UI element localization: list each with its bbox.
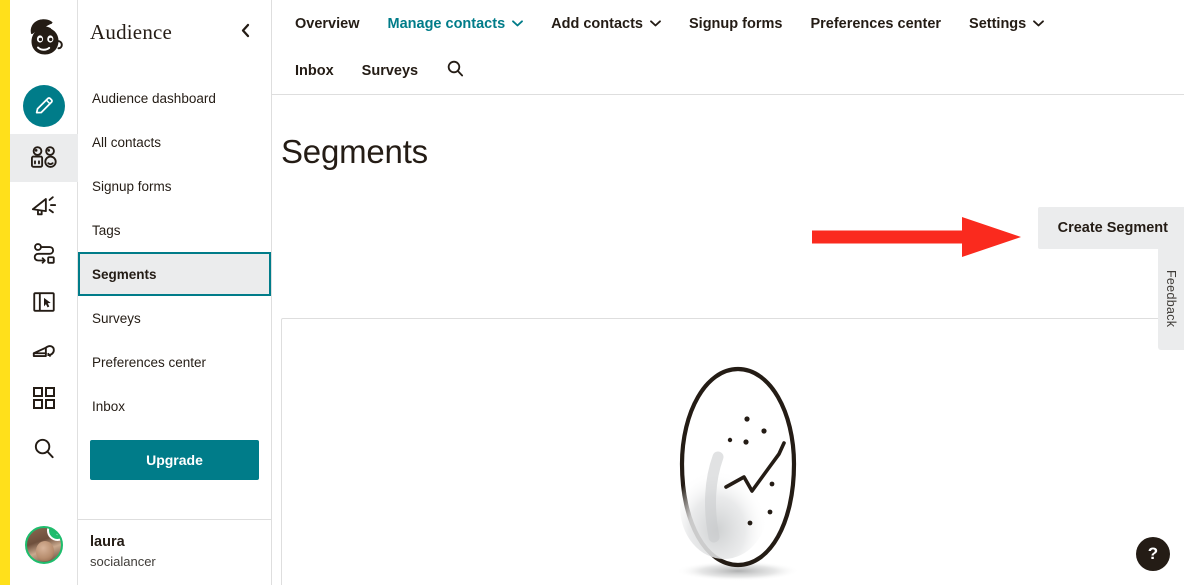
rail-item-audience[interactable]: [10, 134, 78, 182]
tab-label: Signup forms: [689, 16, 783, 32]
chevron-left-icon[interactable]: [236, 19, 255, 45]
mailchimp-logo[interactable]: [10, 0, 77, 78]
brand-accent-strip: [0, 0, 10, 585]
audience-sidebar: Audience Audience dashboard All contacts…: [78, 0, 272, 585]
tab-label: Manage contacts: [387, 16, 506, 32]
megaphone-icon: [30, 193, 58, 219]
chevron-down-icon: [512, 20, 524, 30]
segments-empty-state-card: [281, 318, 1184, 585]
primary-icon-rail: [0, 0, 78, 585]
sidebar-item-preferences-center[interactable]: Preferences center: [78, 340, 271, 384]
tab-inbox[interactable]: Inbox: [281, 48, 348, 94]
search-icon: [32, 436, 57, 461]
cracked-egg-illustration: [648, 357, 828, 585]
sidebar-item-signup-forms[interactable]: Signup forms: [78, 164, 271, 208]
sidebar-title: Audience: [90, 19, 173, 44]
sidebar-item-segments[interactable]: Segments: [78, 252, 271, 296]
user-name: laura: [90, 534, 125, 550]
page-action-row: Create Segment: [272, 197, 1184, 257]
arrow-up-badge-icon: [47, 528, 61, 541]
create-segment-button[interactable]: Create Segment: [1037, 207, 1184, 249]
tab-label: Add contacts: [551, 16, 643, 32]
sidebar-item-label: Signup forms: [92, 178, 172, 194]
tab-label: Preferences center: [810, 16, 942, 32]
top-navigation: Overview Manage contacts Add contacts Si…: [272, 0, 1184, 95]
avatar: [25, 526, 63, 564]
user-account-block[interactable]: laura socialancer: [78, 519, 271, 585]
sidebar-item-label: Inbox: [92, 398, 126, 414]
sidebar-item-label: Tags: [92, 222, 121, 238]
rail-item-search[interactable]: [10, 424, 78, 472]
tab-label: Settings: [969, 16, 1027, 32]
pencil-icon: [35, 97, 53, 114]
create-circle: [23, 85, 65, 127]
sidebar-item-label: Surveys: [92, 310, 141, 326]
page-title: Segments: [281, 133, 428, 170]
automation-path-icon: [30, 241, 58, 267]
user-organization: socialancer: [90, 554, 156, 569]
freddie-logo-icon: [30, 19, 63, 55]
rail-item-integrations[interactable]: [10, 374, 78, 422]
tab-settings[interactable]: Settings: [955, 0, 1058, 48]
tab-label: Inbox: [295, 63, 334, 79]
website-cursor-icon: [31, 289, 57, 315]
tab-add-contacts[interactable]: Add contacts: [537, 0, 675, 48]
rail-item-website[interactable]: [10, 278, 78, 326]
tab-surveys[interactable]: Surveys: [348, 48, 432, 94]
red-arrow-annotation: [812, 217, 1021, 257]
grid-squares-icon: [31, 385, 57, 411]
nav-search-button[interactable]: [432, 59, 479, 83]
sidebar-item-audience-dashboard[interactable]: Audience dashboard: [78, 76, 271, 120]
tab-label: Surveys: [361, 63, 419, 79]
top-nav-row-secondary: Inbox Surveys: [281, 48, 1184, 94]
sidebar-item-tags[interactable]: Tags: [78, 208, 271, 252]
account-avatar-button[interactable]: [10, 515, 78, 575]
tab-preferences-center[interactable]: Preferences center: [796, 0, 955, 48]
tab-manage-contacts[interactable]: Manage contacts: [374, 0, 538, 48]
tab-label: Overview: [295, 16, 360, 32]
sidebar-item-label: Audience dashboard: [92, 90, 216, 106]
sidebar-item-label: All contacts: [92, 134, 162, 150]
rail-item-campaigns[interactable]: [10, 182, 78, 230]
tab-overview[interactable]: Overview: [281, 0, 374, 48]
main-content-area: Overview Manage contacts Add contacts Si…: [272, 0, 1184, 585]
rail-item-content[interactable]: [10, 326, 78, 374]
sidebar-item-inbox[interactable]: Inbox: [78, 384, 271, 428]
feedback-tab-label: Feedback: [1164, 269, 1178, 328]
chevron-down-icon: [650, 20, 661, 30]
feedback-tab[interactable]: Feedback: [1158, 247, 1184, 350]
top-nav-row-primary: Overview Manage contacts Add contacts Si…: [281, 0, 1184, 48]
tab-signup-forms[interactable]: Signup forms: [675, 0, 796, 48]
help-button[interactable]: ?: [1136, 537, 1170, 571]
sidebar-item-all-contacts[interactable]: All contacts: [78, 120, 271, 164]
mailchimp-app-window: Audience Audience dashboard All contacts…: [0, 0, 1184, 585]
audience-people-icon: [29, 145, 59, 171]
sidebar-item-surveys[interactable]: Surveys: [78, 296, 271, 340]
create-button[interactable]: [10, 78, 78, 134]
sidebar-item-label: Preferences center: [92, 354, 207, 370]
sidebar-item-label: Segments: [92, 266, 157, 282]
sidebar-nav-list: Audience dashboard All contacts Signup f…: [78, 64, 271, 428]
content-studio-icon: [30, 337, 58, 363]
sidebar-header: Audience: [78, 0, 271, 64]
chevron-down-icon: [1033, 20, 1045, 30]
upgrade-section: Upgrade: [78, 428, 271, 480]
upgrade-button[interactable]: Upgrade: [90, 440, 259, 480]
search-icon: [446, 59, 465, 83]
rail-item-automations[interactable]: [10, 230, 78, 278]
